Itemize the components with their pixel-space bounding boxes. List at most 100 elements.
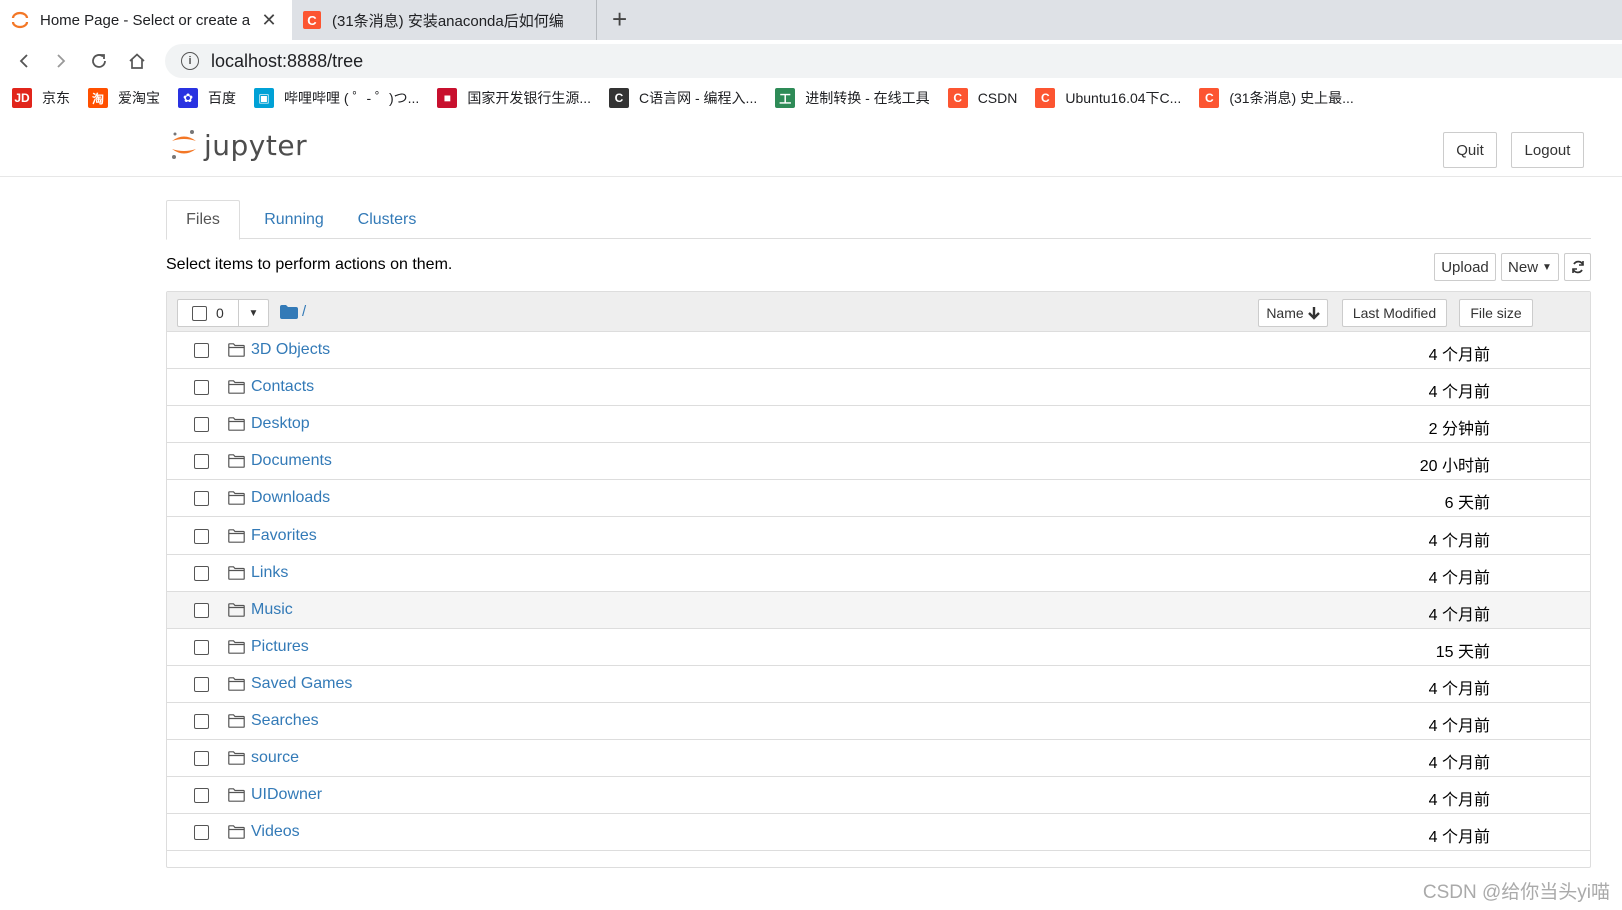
back-icon[interactable] <box>11 48 37 74</box>
home-icon[interactable] <box>124 48 150 74</box>
file-name-link[interactable]: Favorites <box>251 527 317 545</box>
breadcrumb[interactable]: / <box>280 303 306 320</box>
upload-button[interactable]: Upload <box>1434 253 1496 281</box>
row-checkbox[interactable] <box>194 565 209 581</box>
row-checkbox[interactable] <box>194 417 209 433</box>
browser-tab-csdn[interactable]: C (31条消息) 安装anaconda后如何编 <box>292 0 597 40</box>
row-checkbox[interactable] <box>194 751 209 767</box>
bookmark-item[interactable]: C (31条消息) 史上最... <box>1199 88 1354 108</box>
file-row[interactable]: Music 4 个月前 <box>167 591 1590 629</box>
file-name-link[interactable]: source <box>251 749 299 767</box>
file-modified: 4 个月前 <box>1428 680 1490 698</box>
file-name-link[interactable]: Links <box>251 564 288 582</box>
tab-running[interactable]: Running <box>254 200 334 239</box>
bookmark-label: Ubuntu16.04下C... <box>1065 90 1182 106</box>
row-checkbox[interactable] <box>194 825 209 841</box>
sort-by-name-button[interactable]: Name <box>1258 299 1328 327</box>
file-name-link[interactable]: Saved Games <box>251 675 352 693</box>
bookmark-item[interactable]: ■ 国家开发银行生源... <box>437 88 591 108</box>
breadcrumb-root[interactable]: / <box>302 303 306 320</box>
row-checkbox[interactable] <box>194 491 209 507</box>
bookmark-favicon-icon: 淘 <box>88 88 108 108</box>
bookmark-item[interactable]: C CSDN <box>947 88 1017 108</box>
bookmark-item[interactable]: ✿ 百度 <box>178 88 236 108</box>
file-name-link[interactable]: Documents <box>251 452 332 470</box>
file-row[interactable]: Videos 4 个月前 <box>167 814 1590 852</box>
url-text: localhost:8888/tree <box>211 50 364 71</box>
file-modified: 15 天前 <box>1435 643 1490 661</box>
bookmark-item[interactable]: C Ubuntu16.04下C... <box>1035 88 1181 108</box>
row-checkbox[interactable] <box>194 788 209 804</box>
info-icon[interactable]: i <box>181 52 199 70</box>
bookmark-favicon-icon: ■ <box>437 88 458 108</box>
url-field[interactable]: i localhost:8888/tree <box>165 44 1622 78</box>
row-checkbox[interactable] <box>194 602 209 618</box>
file-name-link[interactable]: Searches <box>251 712 319 730</box>
file-modified: 4 个月前 <box>1428 829 1490 847</box>
new-dropdown-button[interactable]: New ▼ <box>1501 253 1559 281</box>
row-checkbox[interactable] <box>194 380 209 396</box>
file-row[interactable]: Links 4 个月前 <box>167 555 1590 592</box>
file-row[interactable]: Favorites 4 个月前 <box>167 518 1590 555</box>
file-name-link[interactable]: UIDowner <box>251 786 322 804</box>
bookmark-item[interactable]: 淘爱淘宝 <box>88 88 160 108</box>
row-checkbox[interactable] <box>194 676 209 692</box>
row-checkbox[interactable] <box>194 454 209 470</box>
file-name-link[interactable]: Videos <box>251 823 300 841</box>
folder-icon <box>228 380 245 394</box>
file-name-link[interactable]: Music <box>251 601 293 619</box>
file-name-link[interactable]: 3D Objects <box>251 341 330 359</box>
bookmark-item[interactable]: ▣ 哔哩哔哩 ( ゜- ゜)つ... <box>254 88 419 108</box>
folder-icon <box>228 602 245 617</box>
reload-icon[interactable] <box>86 48 112 74</box>
row-checkbox[interactable] <box>194 639 209 655</box>
file-name-link[interactable]: Contacts <box>251 378 314 396</box>
file-row[interactable]: Downloads 6 天前 <box>167 480 1590 518</box>
address-bar: i localhost:8888/tree <box>0 40 1622 82</box>
file-name-link[interactable]: Pictures <box>251 638 309 656</box>
quit-button[interactable]: Quit <box>1443 132 1497 168</box>
jupyter-logo[interactable]: jupyter <box>170 128 307 162</box>
bookmark-item[interactable]: C C语言网 - 编程入... <box>609 88 757 108</box>
selection-hint: Select items to perform actions on them. <box>166 256 453 273</box>
row-checkbox[interactable] <box>194 343 209 358</box>
row-checkbox[interactable] <box>194 714 209 729</box>
forward-icon[interactable] <box>48 48 74 74</box>
file-row[interactable]: UIDowner 4 个月前 <box>167 777 1590 815</box>
select-all-group: 0 ▼ <box>177 299 269 327</box>
folder-icon <box>228 454 245 469</box>
file-row[interactable]: Desktop 2 分钟前 <box>167 406 1590 444</box>
select-all-checkbox[interactable] <box>192 305 207 321</box>
file-row[interactable]: Saved Games 4 个月前 <box>167 666 1590 703</box>
select-all-toggle[interactable]: 0 <box>177 299 239 327</box>
bookmark-item[interactable]: 工进制转换 - 在线工具 <box>775 88 930 108</box>
folder-icon <box>228 343 245 357</box>
file-modified: 4 个月前 <box>1428 718 1490 735</box>
select-menu-button[interactable]: ▼ <box>239 299 269 327</box>
bookmark-item[interactable]: JD 京东 <box>12 88 70 108</box>
file-row[interactable]: Searches 4 个月前 <box>167 703 1590 740</box>
tab-files[interactable]: Files <box>166 200 240 240</box>
tab-close-icon[interactable]: ✕ <box>258 10 280 31</box>
file-modified: 2 分钟前 <box>1428 421 1490 439</box>
file-name-link[interactable]: Downloads <box>251 489 330 507</box>
jupyter-favicon-icon <box>10 10 30 30</box>
sort-by-size-button[interactable]: File size <box>1459 299 1533 327</box>
sort-by-modified-button[interactable]: Last Modified <box>1342 299 1447 327</box>
tab-clusters[interactable]: Clusters <box>348 200 426 239</box>
file-row[interactable]: 3D Objects 4 个月前 <box>167 332 1590 369</box>
new-tab-icon[interactable]: + <box>612 4 627 35</box>
row-checkbox[interactable] <box>194 528 209 544</box>
folder-solid-icon <box>280 304 298 319</box>
bookmark-label: 进制转换 - 在线工具 <box>805 90 930 106</box>
logout-button[interactable]: Logout <box>1511 132 1584 168</box>
file-row[interactable]: Pictures 15 天前 <box>167 629 1590 666</box>
file-row[interactable]: source 4 个月前 <box>167 740 1590 778</box>
file-row[interactable]: Contacts 4 个月前 <box>167 369 1590 407</box>
file-row[interactable]: Documents 20 小时前 <box>167 443 1590 481</box>
csdn-favicon-icon: C <box>302 10 322 30</box>
browser-tab-active[interactable]: Home Page - Select or create a ✕ <box>0 0 292 40</box>
selected-count: 0 <box>216 305 224 321</box>
refresh-button[interactable] <box>1564 253 1591 281</box>
file-name-link[interactable]: Desktop <box>251 415 310 433</box>
